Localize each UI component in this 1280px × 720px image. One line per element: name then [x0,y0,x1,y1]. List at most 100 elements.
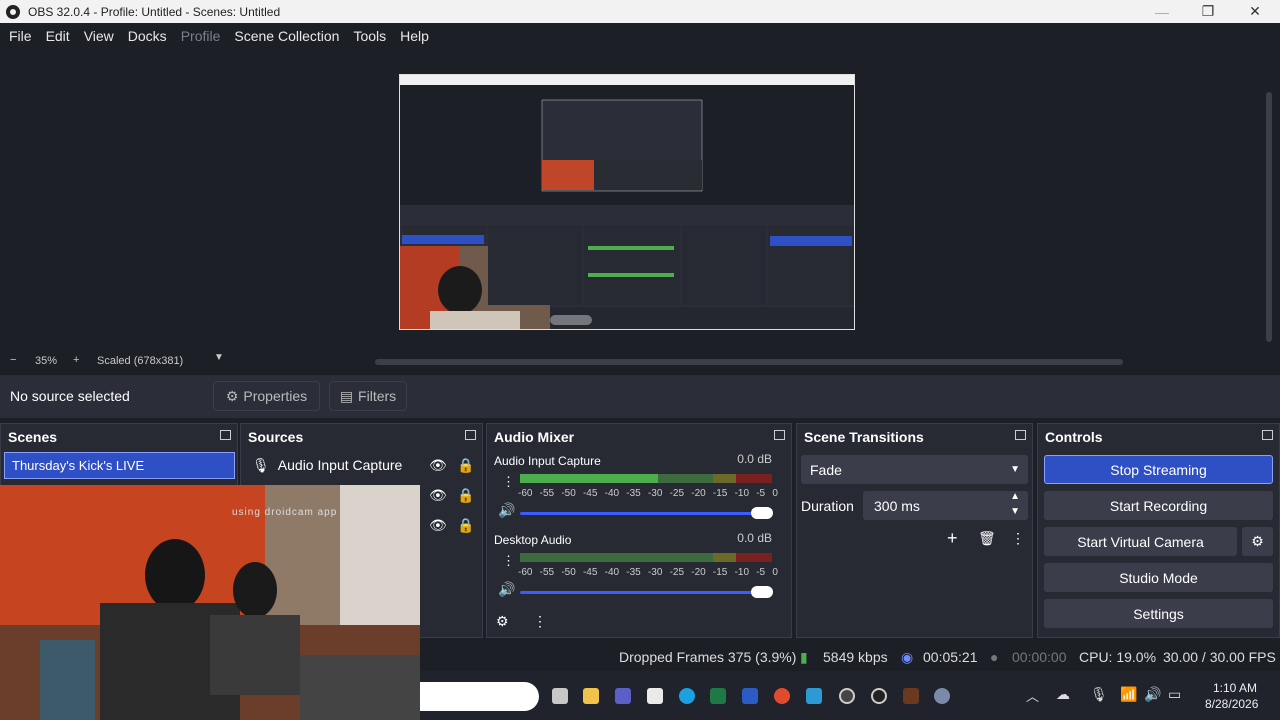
advanced-audio-gear-icon[interactable]: ⚙ [496,613,509,630]
excel-icon[interactable] [710,688,726,704]
minimize-icon: — [1155,3,1169,20]
menu-edit[interactable]: Edit [46,28,70,44]
mixer-menu-icon[interactable]: ⋮ [533,613,547,630]
eye-icon[interactable]: 👁 [429,517,447,534]
studio-mode-button[interactable]: Studio Mode [1044,563,1273,592]
undock-icon[interactable] [1015,430,1026,440]
camera-app-icon[interactable] [903,688,919,704]
preview-vertical-scrollbar[interactable] [1266,92,1272,342]
lock-icon[interactable]: 🔒 [457,457,474,474]
trash-icon[interactable]: 🗑 [978,530,996,547]
obs-logo-icon [6,4,20,19]
scale-tick: -50 [561,567,576,578]
chevron-down-icon[interactable]: ▼ [214,352,224,363]
undock-icon[interactable] [465,430,476,440]
chevron-down-icon[interactable]: ▼ [1010,506,1020,517]
speaker-icon[interactable]: 🔊 [498,502,515,519]
edge-icon[interactable] [679,688,695,704]
menu-bar: File Edit View Docks Profile Scene Colle… [0,23,1280,48]
maximize-button[interactable]: ❐ [1185,0,1231,23]
filters-button[interactable]: ▤ Filters [329,381,407,411]
record-time: 00:00:00 [1012,649,1067,665]
clock-time[interactable]: 1:10 AM [1213,681,1257,695]
eye-icon[interactable]: 👁 [429,487,447,504]
volume-meter [520,553,772,562]
menu-tools[interactable]: Tools [353,28,386,44]
webcam-overlay: using droidcam app [0,485,420,720]
clock-date[interactable]: 8/28/2026 [1205,697,1258,711]
speaker-icon[interactable]: 🔊 [498,581,515,598]
obs-taskbar-icon[interactable] [839,688,855,704]
office-icon[interactable] [774,688,790,704]
battery-icon[interactable]: ▭ [1168,686,1181,703]
gear-icon: ⚙ [225,387,239,404]
channel-menu-icon[interactable]: ⋮ [502,553,515,569]
scene-item[interactable]: Thursday's Kick's LIVE [4,452,235,479]
teams-icon[interactable] [615,688,631,704]
store-icon[interactable] [647,688,663,704]
scale-tick: -35 [626,488,641,499]
preview-source-frame[interactable] [399,74,855,330]
menu-file[interactable]: File [9,28,32,44]
scale-tick: -40 [604,488,620,499]
word-icon[interactable] [742,688,758,704]
obs-taskbar-icon-2[interactable] [871,688,887,704]
preview-horizontal-scrollbar[interactable] [375,359,1123,365]
chevron-up-icon[interactable]: ▲ [1010,491,1020,502]
wifi-icon[interactable]: 📶 [1120,686,1137,703]
menu-docks[interactable]: Docks [128,28,167,44]
channel-db: 0.0 dB [737,531,772,545]
record-icon: ● [990,649,999,665]
start-recording-button[interactable]: Start Recording [1044,491,1273,520]
minimize-button[interactable]: — [1139,0,1185,23]
lock-icon[interactable]: 🔒 [457,517,474,534]
selected-source-label: No source selected [10,388,130,404]
menu-view[interactable]: View [84,28,114,44]
lock-icon[interactable]: 🔒 [457,487,474,504]
settings-button[interactable]: Settings [1044,599,1273,628]
channel-name: Desktop Audio [494,533,572,547]
volume-slider-handle[interactable] [751,507,773,519]
file-explorer-icon[interactable] [583,688,599,704]
start-virtual-camera-button[interactable]: Start Virtual Camera [1044,527,1237,556]
window-titlebar: OBS 32.0.4 - Profile: Untitled - Scenes:… [0,0,1280,23]
undock-icon[interactable] [220,430,231,440]
zoom-out-button[interactable]: − [10,354,16,366]
stop-streaming-button[interactable]: Stop Streaming [1044,455,1273,484]
undock-icon[interactable] [1262,430,1273,440]
close-icon: ✕ [1249,3,1261,19]
channel-name: Audio Input Capture [494,454,601,468]
undock-icon[interactable] [774,430,785,440]
channel-menu-icon[interactable]: ⋮ [502,474,515,490]
tray-chevron-up-icon[interactable]: ︿ [1026,686,1039,705]
onedrive-icon[interactable]: ☁ [1056,686,1070,703]
scale-tick: -10 [734,488,750,499]
menu-help[interactable]: Help [400,28,429,44]
meter-scale: -60 -55 -50 -45 -40 -35 -30 -25 -20 -15 -10 -5 0 [518,567,778,578]
duration-input[interactable]: 300 ms ▲ ▼ [863,491,1028,520]
source-item[interactable]: 🎙 Audio Input Capture 👁 🔒 [252,451,480,479]
menu-profile[interactable]: Profile [181,28,221,44]
studio-mode-label: Studio Mode [1119,569,1198,586]
volume-tray-icon[interactable]: 🔊 [1144,686,1161,703]
transition-select[interactable]: Fade ▼ [801,455,1028,484]
app-icon[interactable] [806,688,822,704]
microphone-tray-icon[interactable]: 🎙 [1090,686,1108,703]
mixer-channel-audio-input: Audio Input Capture 0.0 dB [494,452,782,470]
volume-slider[interactable] [520,591,770,594]
task-view-icon[interactable] [552,688,568,704]
add-transition-icon[interactable]: + [947,528,958,549]
volume-slider[interactable] [520,512,770,515]
eye-icon[interactable]: 👁 [429,457,447,474]
scale-tick: -5 [756,488,766,499]
properties-button[interactable]: ⚙ Properties [213,381,320,411]
zoom-in-button[interactable]: + [73,354,79,366]
virtual-camera-settings-button[interactable]: ⚙ [1242,527,1273,556]
taskbar-search-box[interactable] [420,682,539,711]
transition-menu-icon[interactable]: ⋮ [1011,530,1025,547]
menu-scene-collection[interactable]: Scene Collection [234,28,339,44]
scenes-dock-title: Scenes [1,424,237,449]
close-button[interactable]: ✕ [1232,0,1278,23]
settings-app-icon[interactable] [934,688,950,704]
volume-slider-handle[interactable] [751,586,773,598]
